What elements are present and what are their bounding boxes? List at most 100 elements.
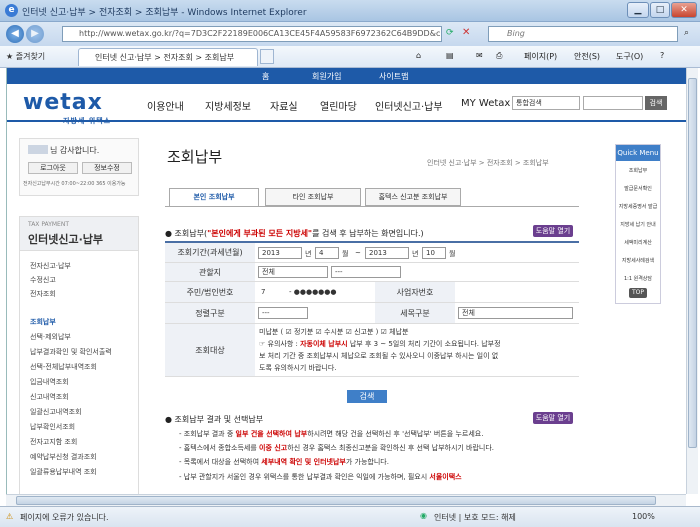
browser-tab[interactable]: 인터넷 신고·납부 > 전자조회 > 조회납부 <box>78 48 258 66</box>
year-to-select[interactable]: 2013 <box>365 247 409 259</box>
horizontal-scrollbar[interactable] <box>6 494 686 506</box>
favorites-button[interactable]: ★ 즐겨찾기 <box>6 51 45 62</box>
month-to-select[interactable]: 10 <box>422 247 446 259</box>
range-tilde: ~ <box>355 249 361 257</box>
id-value: 7 <box>261 288 266 296</box>
print-icon[interactable]: ⎙ <box>496 51 502 61</box>
target-checkboxes[interactable]: 미납분 ( ☑ 정기분 ☑ 수시분 ☑ 신고분 ) ☑ 체납분 <box>259 327 408 337</box>
month-from-select[interactable]: 4 <box>315 247 339 259</box>
warning-icon[interactable]: ⚠ <box>6 512 13 521</box>
gnb-taxinfo[interactable]: 지방세정보 <box>205 98 251 113</box>
site-search-input[interactable] <box>583 96 643 110</box>
site-logo[interactable]: wetax 지방세 위택스 <box>23 90 110 125</box>
close-button[interactable]: ✕ <box>671 2 697 18</box>
section-heading-result: ● 조회납부 결과 및 선택납부 <box>165 415 264 424</box>
welcome-text: 님 감사합니다. <box>50 146 100 155</box>
menu-item-selected[interactable]: 조회납부 <box>30 317 56 327</box>
site-search-button[interactable]: 검색 <box>645 96 667 110</box>
topnav-join[interactable]: 회원가입 <box>312 71 341 82</box>
forward-button[interactable]: ▶ <box>26 25 44 43</box>
minimize-button[interactable]: ▁ <box>627 2 649 18</box>
new-tab-button[interactable] <box>260 49 274 64</box>
menu-item[interactable]: 전자신고·납부 <box>30 261 71 271</box>
menu-item[interactable]: 선택-전체납부내역조회 <box>30 362 97 372</box>
menu-item[interactable]: 입금내역조회 <box>30 377 69 387</box>
gnb-forum[interactable]: 열린마당 <box>320 98 357 113</box>
search-button[interactable]: 검색 <box>347 390 387 403</box>
menu-item[interactable]: 전자조회 <box>30 289 56 299</box>
left-menu: TAX PAYMENT 인터넷신고·납부 전자신고·납부 수정신고 전자조회 조… <box>19 216 139 494</box>
topnav-sitemap[interactable]: 사이트맵 <box>379 71 408 82</box>
tab-other-inquiry[interactable]: 타인 조회납부 <box>265 188 361 206</box>
page-menu[interactable]: 페이지(P) <box>524 51 557 62</box>
quick-item[interactable]: 지방세 납기 안내 <box>618 221 658 228</box>
url-input[interactable]: http://www.wetax.go.kr/?q=7D3C2F22189E00… <box>62 26 442 42</box>
tools-menu[interactable]: 도구(O) <box>616 51 643 62</box>
row-region: 관할지 전체 --- <box>165 263 579 282</box>
note-2: - 홈텍스에서 종합소득세를 이중 신고하신 경우 홈택스 최종신고분을 확인하… <box>179 443 494 453</box>
menu-item[interactable]: 예약납부신청 결과조회 <box>30 452 97 462</box>
back-button[interactable]: ◀ <box>6 25 24 43</box>
menu-item[interactable]: 신고내역조회 <box>30 392 69 402</box>
taxtype-select[interactable]: 전체 <box>458 307 573 319</box>
window-title: 인터넷 신고·납부 > 전자조회 > 조회납부 - Windows Intern… <box>22 8 307 18</box>
region-select[interactable]: 전체 <box>258 266 328 278</box>
left-menu-header: TAX PAYMENT 인터넷신고·납부 <box>20 217 138 251</box>
gnb-online-pay[interactable]: 인터넷신고·납부 <box>375 98 443 113</box>
note-2a: - 홈텍스에서 종합소득세를 <box>179 444 260 452</box>
tab-self-inquiry[interactable]: 본인 조회납부 <box>169 188 259 206</box>
tab-hometax-inquiry[interactable]: 홈텍스 신고분 조회납부 <box>365 188 461 206</box>
note-1b: 하시려면 해당 건을 선택하신 후 '선택납부' 버튼을 누르세요. <box>307 430 484 438</box>
year-from-select[interactable]: 2013 <box>258 247 302 259</box>
gnb-guide[interactable]: 이용안내 <box>147 98 184 113</box>
menu-item[interactable]: 일괄신고내역조회 <box>30 407 82 417</box>
section-heading-inquiry: ● 조회납부("본인에게 부과된 모든 지방세"를 검색 후 납부하는 화면입니… <box>165 229 424 238</box>
site-search-select[interactable]: 통합검색 <box>512 96 580 110</box>
stop-icon[interactable]: ✕ <box>462 27 470 38</box>
myinfo-button[interactable]: 정보수정 <box>82 162 132 174</box>
quick-item[interactable]: 조회납부 <box>618 167 658 174</box>
caution-pre: ☞ 유의사항 : <box>259 340 301 348</box>
region-sub-select[interactable]: --- <box>331 266 401 278</box>
mail-icon[interactable]: ✉ <box>476 51 483 60</box>
menu-item[interactable]: 일괄류용납부내역 조회 <box>30 467 97 477</box>
caution-line-3: 도록 유의하시기 바랍니다. <box>259 364 337 372</box>
help-icon[interactable]: ? <box>660 51 664 60</box>
menu-item[interactable]: 납부결과확인 및 확인서출력 <box>30 347 112 357</box>
maximize-button[interactable]: □ <box>650 2 670 18</box>
menu-item[interactable]: 수정신고 <box>30 275 56 285</box>
quick-item[interactable]: 지방세증명서 발급 <box>618 203 658 210</box>
vertical-scrollbar[interactable] <box>686 68 698 494</box>
vscroll-thumb[interactable] <box>688 78 697 448</box>
help-button-1[interactable]: 도움말 열기 <box>533 225 573 237</box>
favorites-label: 즐겨찾기 <box>15 52 46 61</box>
quick-item[interactable]: 발급문서확인 <box>618 185 658 192</box>
gnb-archive[interactable]: 자료실 <box>270 98 298 113</box>
zoom-level[interactable]: 100% <box>632 512 655 521</box>
help-button-2[interactable]: 도움말 열기 <box>533 412 573 424</box>
search-icon[interactable]: ⌕ <box>684 28 689 38</box>
sort-select[interactable]: --- <box>258 307 308 319</box>
feeds-icon[interactable]: ▤ <box>446 51 454 60</box>
menu-item[interactable]: 납부확인서조회 <box>30 422 75 432</box>
zone-text: 인터넷 | 보호 모드: 해제 <box>434 513 516 522</box>
quick-item[interactable]: 세액미리계산 <box>618 239 658 246</box>
menu-item[interactable]: 선택·제외납부 <box>30 332 71 342</box>
note-1: - 조회납부 결과 중 일부 건을 선택하여 납부하시려면 해당 건을 선택하신… <box>179 429 483 439</box>
gnb-my-wetax[interactable]: MY Wetax <box>461 98 510 109</box>
home-icon[interactable]: ⌂ <box>416 51 421 60</box>
top-button[interactable]: TOP <box>629 288 647 298</box>
logout-button[interactable]: 로그아웃 <box>28 162 78 174</box>
quick-item[interactable]: 지방세사례검색 <box>618 257 658 264</box>
menu-item[interactable]: 전자고지함 조회 <box>30 437 77 447</box>
hscroll-thumb[interactable] <box>16 496 656 505</box>
section2-text: 조회납부 결과 및 선택납부 <box>174 415 264 424</box>
safety-menu[interactable]: 안전(S) <box>574 51 600 62</box>
menu-title: 인터넷신고·납부 <box>28 233 104 246</box>
quick-item[interactable]: 1:1 원격상담 <box>618 275 658 282</box>
period-label: 조회기간(과세년월) <box>165 243 255 262</box>
search-input[interactable]: Bing <box>488 26 678 42</box>
topnav-home[interactable]: 홈 <box>262 71 269 82</box>
sort-label: 정렬구분 <box>165 303 255 323</box>
refresh-icon[interactable]: ⟳ <box>446 28 454 38</box>
